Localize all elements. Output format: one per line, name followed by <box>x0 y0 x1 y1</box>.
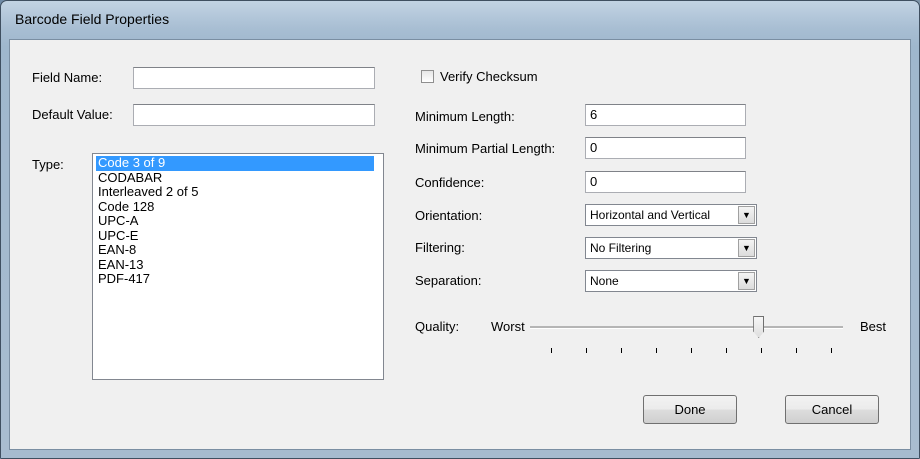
done-button[interactable]: Done <box>643 395 737 424</box>
slider-tick <box>621 348 622 353</box>
minimum-length-input[interactable]: 6 <box>585 104 746 126</box>
orientation-value: Horizontal and Vertical <box>590 208 711 222</box>
filtering-value: No Filtering <box>590 241 652 255</box>
orientation-label: Orientation: <box>415 208 483 223</box>
filtering-label: Filtering: <box>415 240 465 255</box>
slider-tick <box>586 348 587 353</box>
minimum-partial-length-label: Minimum Partial Length: <box>415 141 556 156</box>
separation-value: None <box>590 274 619 288</box>
type-option-interleaved-2-of-5[interactable]: Interleaved 2 of 5 <box>96 184 380 200</box>
dialog-client-area: Field Name: Default Value: Type: Code 3 … <box>9 39 911 450</box>
slider-tick <box>796 348 797 353</box>
field-name-label: Field Name: <box>32 70 103 85</box>
verify-checksum-label[interactable]: Verify Checksum <box>440 69 538 84</box>
type-option-upc-a[interactable]: UPC-A <box>96 213 380 229</box>
window-title: Barcode Field Properties <box>15 11 170 27</box>
type-option-codabar[interactable]: CODABAR <box>96 170 380 186</box>
chevron-down-icon[interactable]: ▼ <box>738 206 755 224</box>
type-option-upc-e[interactable]: UPC-E <box>96 228 380 244</box>
dialog-window: Barcode Field Properties Field Name: Def… <box>0 0 920 459</box>
filtering-dropdown[interactable]: No Filtering ▼ <box>585 237 757 259</box>
field-name-input[interactable] <box>133 67 375 89</box>
confidence-input[interactable]: 0 <box>585 171 746 193</box>
slider-tick <box>726 348 727 353</box>
type-option-ean-13[interactable]: EAN-13 <box>96 257 380 273</box>
quality-min-label: Worst <box>491 319 525 334</box>
minimum-partial-length-input[interactable]: 0 <box>585 137 746 159</box>
quality-max-label: Best <box>860 319 887 334</box>
separation-dropdown[interactable]: None ▼ <box>585 270 757 292</box>
default-value-label: Default Value: <box>32 107 113 122</box>
slider-tick <box>551 348 552 353</box>
chevron-down-icon[interactable]: ▼ <box>738 272 755 290</box>
slider-tick <box>761 348 762 353</box>
type-listbox[interactable]: Code 3 of 9 CODABAR Interleaved 2 of 5 C… <box>92 153 384 380</box>
quality-slider-track[interactable] <box>530 326 843 329</box>
slider-tick <box>831 348 832 353</box>
default-value-input[interactable] <box>133 104 375 126</box>
confidence-label: Confidence: <box>415 175 485 190</box>
type-option-pdf-417[interactable]: PDF-417 <box>96 271 380 287</box>
minimum-length-label: Minimum Length: <box>415 109 515 124</box>
verify-checksum-checkbox[interactable] <box>421 70 434 83</box>
type-option-code-128[interactable]: Code 128 <box>96 199 380 215</box>
chevron-down-icon[interactable]: ▼ <box>738 239 755 257</box>
type-option-code-3-of-9[interactable]: Code 3 of 9 <box>96 155 374 171</box>
separation-label: Separation: <box>415 273 482 288</box>
type-label: Type: <box>32 157 64 172</box>
slider-tick <box>691 348 692 353</box>
cancel-button[interactable]: Cancel <box>785 395 879 424</box>
quality-label: Quality: <box>415 319 460 334</box>
quality-slider-thumb[interactable] <box>753 316 765 338</box>
orientation-dropdown[interactable]: Horizontal and Vertical ▼ <box>585 204 757 226</box>
title-bar[interactable]: Barcode Field Properties <box>1 1 919 39</box>
slider-tick <box>656 348 657 353</box>
window-bottom-border <box>1 450 919 458</box>
type-option-ean-8[interactable]: EAN-8 <box>96 242 380 258</box>
